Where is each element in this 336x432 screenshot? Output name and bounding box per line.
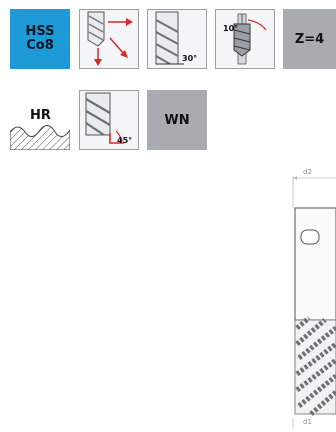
shank-type-badge: WN	[147, 90, 207, 150]
cutting-direction-tile	[79, 9, 139, 69]
helix-30-icon	[155, 11, 184, 65]
helix-45-tile: 45°	[79, 90, 139, 150]
material-line2: Co8	[26, 38, 54, 53]
dimension-d2: d2	[303, 168, 312, 176]
cutting-direction-icon	[87, 11, 133, 66]
roughing-profile-tile: HR	[10, 90, 70, 150]
helix-30-tile: 30°	[147, 9, 207, 69]
teeth-count-label: Z=4	[294, 31, 325, 47]
material-line1: HSS	[25, 24, 55, 39]
dimension-d1: d1	[303, 418, 312, 426]
helix-30-label: 30°	[182, 54, 198, 63]
corner-angle-icon	[233, 13, 267, 65]
cutter-technical-drawing: d2 d1	[285, 168, 336, 432]
end-mill-drawing	[292, 176, 336, 428]
corner-angle-tile: 10°	[215, 9, 275, 69]
teeth-count-badge: Z=4	[283, 9, 336, 69]
material-badge-hss-co8: HSS Co8	[10, 9, 70, 69]
shank-type-label: WN	[164, 112, 190, 128]
corner-angle-label: 10°	[223, 24, 239, 33]
roughing-label: HR	[30, 108, 51, 123]
helix-45-label: 45°	[117, 136, 133, 145]
